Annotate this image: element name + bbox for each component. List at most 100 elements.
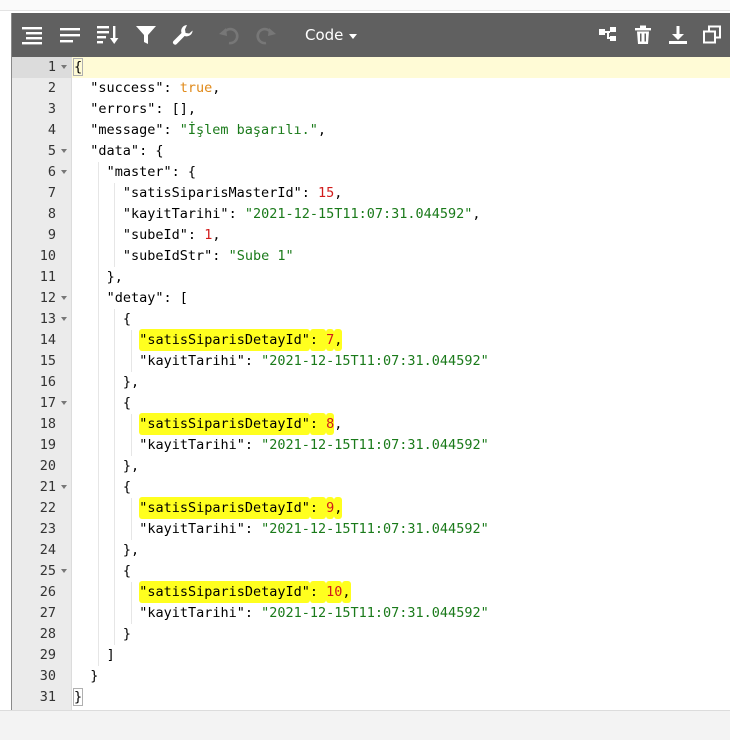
format-icon[interactable] [18, 21, 46, 49]
indent-guide [98, 183, 99, 204]
code-line[interactable]: 31} [12, 687, 730, 708]
json-punctuation: } [90, 668, 99, 684]
fold-toggle-icon[interactable] [61, 485, 67, 489]
code-line[interactable]: 6 "master": { [12, 162, 730, 183]
code-line[interactable]: 1{ [12, 57, 730, 78]
line-number: 23 [39, 521, 56, 537]
indent-guide [114, 477, 116, 498]
code-text: "subeIdStr": "Sube 1" [72, 246, 730, 267]
fold-toggle-icon[interactable] [61, 170, 67, 174]
code-text: "satisSiparisDetayId": 7, [72, 329, 730, 351]
fold-toggle-icon[interactable] [61, 569, 67, 573]
json-key: "satisSiparisDetayId" [139, 413, 310, 435]
json-key: "satisSiparisDetayId" [139, 329, 310, 351]
line-number-cell: 22 [12, 498, 72, 519]
code-line[interactable]: 23 "kayitTarihi": "2021-12-15T11:07:31.04… [12, 519, 730, 540]
json-key: "errors" [90, 101, 156, 117]
json-key: "satisSiparisMasterId" [122, 185, 302, 201]
code-line[interactable]: 17 { [12, 393, 730, 414]
json-string-value: "2021-12-15T11:07:31.044592" [261, 605, 489, 621]
code-line[interactable]: 25 { [12, 561, 730, 582]
code-line[interactable]: 5 "data": { [12, 141, 730, 162]
line-number: 29 [39, 647, 56, 663]
fold-toggle-icon[interactable] [61, 65, 67, 69]
redo-icon[interactable] [252, 21, 280, 49]
repair-icon[interactable] [169, 21, 197, 49]
code-line[interactable]: 19 "kayitTarihi": "2021-12-15T11:07:31.04… [12, 435, 730, 456]
undo-icon[interactable] [215, 21, 243, 49]
horizontal-scrollbar[interactable] [0, 710, 730, 740]
code-text: { [72, 309, 730, 330]
json-punctuation: { [72, 58, 84, 76]
json-punctuation: , [334, 329, 343, 351]
code-line[interactable]: 28} [12, 624, 730, 645]
code-line[interactable]: 13 { [12, 309, 730, 330]
code-line[interactable]: 10 "subeIdStr": "Sube 1" [12, 246, 730, 267]
filter-icon[interactable] [132, 21, 160, 49]
json-string-value: "Sube 1" [228, 248, 294, 264]
code-line[interactable]: 7 "satisSiparisMasterId": 15, [12, 183, 730, 204]
indent-guide [98, 288, 99, 309]
indent-guide [114, 351, 116, 372]
code-line[interactable]: 3 "errors": [], [12, 99, 730, 120]
json-editor: Code 1{2 "success": true, 3 "errors": [], 4 "… [11, 13, 730, 710]
transform-icon[interactable] [594, 21, 622, 49]
indent-guide [98, 372, 99, 393]
line-number-cell: 21 [12, 477, 72, 498]
code-line[interactable]: 24}, [12, 540, 730, 561]
indent-guide [114, 435, 116, 456]
line-number-cell: 4 [12, 120, 72, 141]
chevron-down-icon [349, 33, 358, 39]
json-punctuation: ] [106, 647, 115, 663]
code-line[interactable]: 14 "satisSiparisDetayId": 7, [12, 329, 730, 351]
code-line[interactable]: 29] [12, 645, 730, 666]
code-line[interactable]: 12 "detay": [ [12, 288, 730, 309]
code-text: ] [72, 645, 730, 666]
json-punctuation: , [342, 581, 351, 603]
code-text: "kayitTarihi": "2021-12-15T11:07:31.0445… [72, 519, 730, 540]
code-line[interactable]: 11}, [12, 267, 730, 288]
json-punctuation: : [309, 329, 327, 351]
copy-icon[interactable] [698, 21, 726, 49]
mode-dropdown[interactable]: Code [305, 23, 358, 47]
json-key: "detay" [106, 290, 164, 306]
code-line[interactable]: 9 "subeId": 1, [12, 225, 730, 246]
fold-toggle-icon[interactable] [61, 317, 67, 321]
code-line[interactable]: 2 "success": true, [12, 78, 730, 99]
code-text: "message": "İşlem başarılı.", [72, 120, 730, 141]
line-number-cell: 30 [12, 666, 72, 687]
code-line[interactable]: 16}, [12, 372, 730, 393]
json-punctuation: , [334, 416, 343, 432]
delete-icon[interactable] [629, 21, 657, 49]
code-line[interactable]: 21 { [12, 477, 730, 498]
json-punctuation: : [244, 605, 262, 621]
download-icon[interactable] [664, 21, 692, 49]
mode-label: Code [305, 26, 344, 44]
code-line[interactable]: 4 "message": "İşlem başarılı.", [12, 120, 730, 141]
line-number-cell: 23 [12, 519, 72, 540]
line-number: 21 [39, 479, 56, 495]
indent-guide [114, 540, 116, 561]
fold-toggle-icon[interactable] [61, 149, 67, 153]
compact-icon[interactable] [56, 21, 84, 49]
fold-toggle-icon[interactable] [61, 296, 67, 300]
indent-guide [98, 477, 99, 498]
code-text: { [72, 561, 730, 582]
code-text: "kayitTarihi": "2021-12-15T11:07:31.0445… [72, 204, 730, 225]
json-punctuation: , [212, 227, 221, 243]
code-line[interactable]: 15 "kayitTarihi": "2021-12-15T11:07:31.04… [12, 351, 730, 372]
code-line[interactable]: 8 "kayitTarihi": "2021-12-15T11:07:31.044… [12, 204, 730, 225]
code-line[interactable]: 30} [12, 666, 730, 687]
line-number: 5 [47, 143, 56, 159]
indent-guide [98, 225, 99, 246]
code-line[interactable]: 18 "satisSiparisDetayId": 8, [12, 413, 730, 435]
code-line[interactable]: 26 "satisSiparisDetayId": 10, [12, 581, 730, 603]
json-key: "satisSiparisDetayId" [139, 497, 310, 519]
code-line[interactable]: 20}, [12, 456, 730, 477]
json-punctuation: , [334, 497, 343, 519]
code-area[interactable]: 1{2 "success": true, 3 "errors": [], 4 "messa… [12, 57, 730, 710]
fold-toggle-icon[interactable] [61, 401, 67, 405]
code-line[interactable]: 22 "satisSiparisDetayId": 9, [12, 497, 730, 519]
sort-icon[interactable] [94, 21, 122, 49]
code-line[interactable]: 27 "kayitTarihi": "2021-12-15T11:07:31.04… [12, 603, 730, 624]
